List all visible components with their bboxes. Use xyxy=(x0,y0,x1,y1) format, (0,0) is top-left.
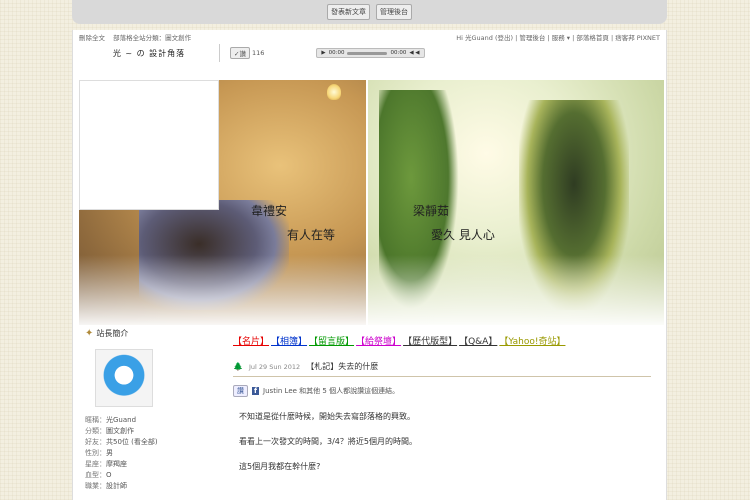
music-player: ▶ 00:00 00:00 ◀ ◀ xyxy=(316,48,425,58)
delete-post-link[interactable]: 刪除全文 xyxy=(79,34,105,42)
header-banner: 韋禮安 有人在等 梁靜茹 愛久 見人心 xyxy=(79,80,664,325)
fb-like-button[interactable]: 讚 xyxy=(233,385,248,397)
like-box: ✓讚 116 xyxy=(230,47,264,59)
post-paragraph: 這5個月我都在幹什麼? xyxy=(239,462,321,471)
link-yahoo[interactable]: 【Yahoo!奇站】 xyxy=(499,334,565,347)
link-card[interactable]: 【名片】 xyxy=(233,334,269,347)
blog-header: 光 ~ の 設計角落 ✓讚 116 ▶ 00:00 00:00 ◀ ◀ xyxy=(79,44,664,62)
sidebar: ✦ 站長簡介 暱稱：光Guand 分類：圖文創作 好友：共50位 (看全部) 性別… xyxy=(85,328,225,492)
blog-home-link[interactable]: 部落格首頁 xyxy=(576,34,609,42)
admin-link[interactable]: 管理後台 xyxy=(519,34,545,42)
volume-icon[interactable]: ◀ ◀ xyxy=(409,50,419,56)
left-song-name: 有人在等 xyxy=(287,228,336,242)
new-post-button[interactable]: 發表新文章 xyxy=(327,4,370,20)
nav-links: 【名片】 【相簿】 【留言版】 【給祭壇】 【歷代版型】 【Q&A】 【Yaho… xyxy=(233,334,663,347)
left-artist-name: 韋禮安 xyxy=(251,204,288,218)
post-paragraph: 不知道是從什麼時候，開始失去寫部落格的興致。 xyxy=(239,412,415,421)
profile-info: 暱稱：光Guand 分類：圖文創作 好友：共50位 (看全部) 性別：男 星座：… xyxy=(85,416,158,490)
admin-button[interactable]: 管理後台 xyxy=(376,4,412,20)
like-count: 116 xyxy=(251,49,265,57)
link-themes[interactable]: 【歷代版型】 xyxy=(403,334,457,347)
services-menu[interactable]: 服務 ▾ xyxy=(552,34,570,42)
post-body: 不知道是從什麼時候，開始失去寫部落格的興致。 看看上一次發文的時間，3/4？將近… xyxy=(233,411,663,472)
time-end: 00:00 xyxy=(390,50,407,56)
link-altar[interactable]: 【給祭壇】 xyxy=(356,334,401,347)
banner-window xyxy=(79,80,219,210)
time-start: 00:00 xyxy=(328,50,345,56)
link-qa[interactable]: 【Q&A】 xyxy=(459,334,497,347)
banner-fade xyxy=(79,255,664,325)
pixnet-link[interactable]: 痞客邦 PIXNET xyxy=(615,34,660,42)
tree-icon: 🌲 xyxy=(233,362,243,371)
facebook-icon: f xyxy=(252,387,260,395)
link-guestbook[interactable]: 【留言版】 xyxy=(309,334,354,347)
blog-page: 刪除全文 部落格全站分類：圖文創作 Hi 光Guand (登出) | 管理後台 … xyxy=(72,30,667,500)
sidebar-title: ✦ 站長簡介 xyxy=(85,328,129,339)
play-icon[interactable]: ▶ xyxy=(321,50,325,56)
facebook-like: 讚 f Justin Lee 和其他 5 個人都說讚這個連結。 xyxy=(233,385,663,397)
blog-category: 部落格全站分類：圖文創作 xyxy=(113,34,192,42)
post-header: 🌲 Jul 29 Sun 2012 【札記】失去的什麼 xyxy=(233,361,651,377)
thumb-up-icon[interactable]: ✓讚 xyxy=(230,47,250,59)
link-album[interactable]: 【相簿】 xyxy=(271,334,307,347)
blog-title: 光 ~ の 設計角落 xyxy=(112,48,186,58)
top-nav: 刪除全文 部落格全站分類：圖文創作 Hi 光Guand (登出) | 管理後台 … xyxy=(79,34,660,42)
post-date: Jul 29 Sun 2012 xyxy=(248,362,301,371)
lamp-image xyxy=(327,84,341,100)
right-artist-name: 梁靜茹 xyxy=(413,204,450,218)
fb-like-text: Justin Lee 和其他 5 個人都說讚這個連結。 xyxy=(263,387,400,395)
post-title[interactable]: 【札記】失去的什麼 xyxy=(306,361,378,372)
main-content: 【名片】 【相簿】 【留言版】 【給祭壇】 【歷代版型】 【Q&A】 【Yaho… xyxy=(233,328,663,472)
user-logout-link[interactable]: Hi 光Guand (登出) xyxy=(456,34,513,42)
post-paragraph: 看看上一次發文的時間，3/4？將近5個月的時間。 xyxy=(239,437,417,446)
star-icon: ✦ xyxy=(85,328,94,339)
avatar[interactable] xyxy=(95,349,153,407)
admin-bar: 發表新文章 管理後台 xyxy=(72,0,667,24)
right-song-name: 愛久 見人心 xyxy=(431,228,495,242)
progress-slider[interactable] xyxy=(347,51,388,55)
divider xyxy=(219,44,220,62)
